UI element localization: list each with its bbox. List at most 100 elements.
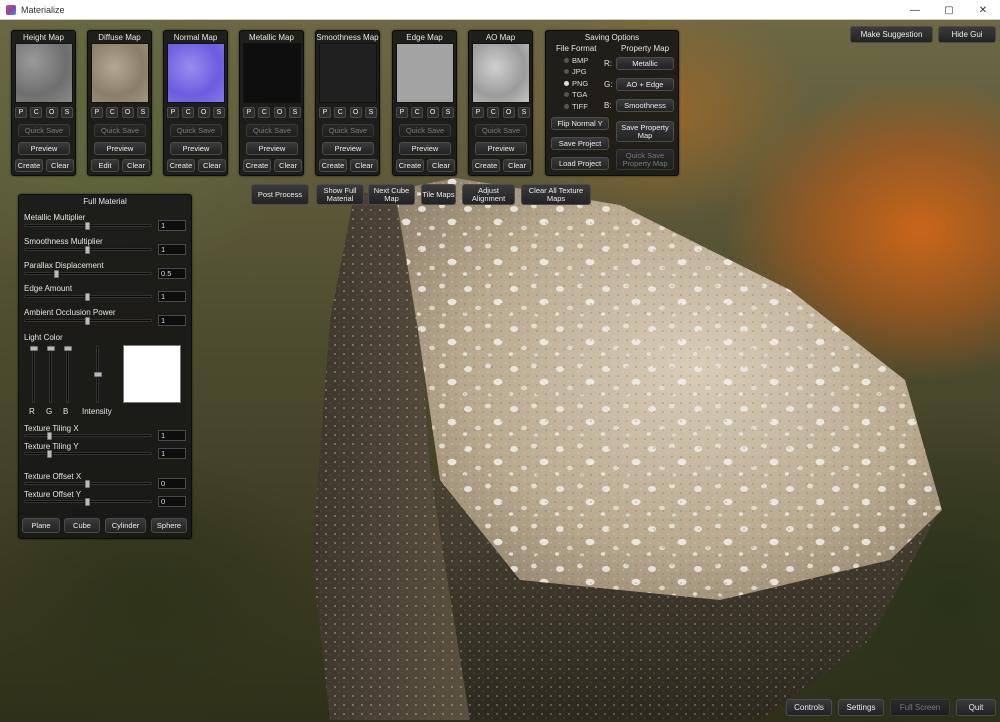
settings-button[interactable]: Settings: [838, 699, 884, 716]
make-suggestion-button[interactable]: Make Suggestion: [850, 26, 933, 43]
diffuse-pcos-s-button[interactable]: S: [136, 107, 149, 118]
texture-tiling-x-slider[interactable]: [24, 432, 152, 440]
format-tiff-radio[interactable]: TIFF: [564, 102, 588, 111]
height-quick-save-button[interactable]: Quick Save: [18, 124, 70, 137]
smoothness-multiplier-slider[interactable]: [24, 246, 152, 254]
texture-offset-y-slider[interactable]: [24, 498, 152, 506]
edge-pcos-p-button[interactable]: P: [396, 107, 408, 118]
show-full-material-button[interactable]: Show Full Material: [316, 184, 364, 205]
shape-plane-button[interactable]: Plane: [22, 518, 60, 533]
normal-quick-save-button[interactable]: Quick Save: [170, 124, 222, 137]
close-button[interactable]: ✕: [966, 0, 1000, 20]
hide-gui-button[interactable]: Hide Gui: [938, 26, 996, 43]
metallic-preview-button[interactable]: Preview: [246, 142, 298, 155]
smoothness-preview-button[interactable]: Preview: [322, 142, 374, 155]
smoothness-quick-save-button[interactable]: Quick Save: [322, 124, 374, 137]
ao-pcos-s-button[interactable]: S: [517, 107, 530, 118]
light-intensity-slider[interactable]: [94, 345, 102, 403]
format-tga-radio[interactable]: TGA: [564, 90, 587, 99]
quick-save-property-map-button[interactable]: Quick Save Property Map: [616, 149, 674, 170]
edge-clear-button[interactable]: Clear: [427, 159, 455, 172]
diffuse-pcos-c-button[interactable]: C: [106, 107, 119, 118]
texture-tiling-y-value-field[interactable]: 1: [158, 448, 186, 459]
format-jpg-radio[interactable]: JPG: [564, 67, 587, 76]
edge-pcos-c-button[interactable]: C: [411, 107, 424, 118]
diffuse-pcos-o-button[interactable]: O: [121, 107, 134, 118]
post-process-button[interactable]: Post Process: [251, 184, 309, 205]
ao-map-thumbnail[interactable]: [472, 43, 530, 103]
ao-preview-button[interactable]: Preview: [475, 142, 527, 155]
light-g-slider[interactable]: [47, 345, 55, 403]
channel-r-select[interactable]: Metallic: [616, 57, 674, 70]
shape-cube-button[interactable]: Cube: [64, 518, 100, 533]
full-screen-button[interactable]: Full Screen: [890, 699, 950, 716]
edge-create-button[interactable]: Create: [396, 159, 424, 172]
parallax-displacement-value-field[interactable]: 0.5: [158, 268, 186, 279]
normal-create-button[interactable]: Create: [167, 159, 195, 172]
height-pcos-p-button[interactable]: P: [15, 107, 27, 118]
edge-amount-slider[interactable]: [24, 293, 152, 301]
next-cube-map-button[interactable]: Next Cube Map: [368, 184, 415, 205]
ao-pcos-o-button[interactable]: O: [502, 107, 515, 118]
ao-quick-save-button[interactable]: Quick Save: [475, 124, 527, 137]
diffuse-quick-save-button[interactable]: Quick Save: [94, 124, 146, 137]
smoothness-pcos-c-button[interactable]: C: [334, 107, 347, 118]
ambient-occlusion-power-value-field[interactable]: 1: [158, 315, 186, 326]
metallic-pcos-c-button[interactable]: C: [258, 107, 271, 118]
edge-pcos-s-button[interactable]: S: [441, 107, 454, 118]
normal-preview-button[interactable]: Preview: [170, 142, 222, 155]
shape-cylinder-button[interactable]: Cylinder: [105, 518, 146, 533]
metallic-map-thumbnail[interactable]: [243, 43, 301, 103]
edge-pcos-o-button[interactable]: O: [426, 107, 439, 118]
smoothness-pcos-o-button[interactable]: O: [349, 107, 362, 118]
edge-quick-save-button[interactable]: Quick Save: [399, 124, 451, 137]
edge-preview-button[interactable]: Preview: [399, 142, 451, 155]
normal-pcos-o-button[interactable]: O: [197, 107, 210, 118]
ao-pcos-c-button[interactable]: C: [487, 107, 500, 118]
smoothness-clear-button[interactable]: Clear: [350, 159, 378, 172]
flip-normal-y-button[interactable]: Flip Normal Y: [551, 117, 609, 130]
clear-all-texture-maps-button[interactable]: Clear All Texture Maps: [521, 184, 591, 205]
metallic-multiplier-slider[interactable]: [24, 222, 152, 230]
normal-pcos-s-button[interactable]: S: [212, 107, 225, 118]
light-r-slider[interactable]: [30, 345, 38, 403]
metallic-create-button[interactable]: Create: [243, 159, 271, 172]
light-color-swatch[interactable]: [123, 345, 181, 403]
channel-g-select[interactable]: AO + Edge: [616, 78, 674, 91]
controls-button[interactable]: Controls: [786, 699, 832, 716]
normal-pcos-p-button[interactable]: P: [167, 107, 179, 118]
minimize-button[interactable]: —: [898, 0, 932, 20]
metallic-clear-button[interactable]: Clear: [274, 159, 302, 172]
diffuse-preview-button[interactable]: Preview: [94, 142, 146, 155]
shape-sphere-button[interactable]: Sphere: [151, 518, 187, 533]
save-project-button[interactable]: Save Project: [551, 137, 609, 150]
smoothness-map-thumbnail[interactable]: [319, 43, 377, 103]
metallic-multiplier-value-field[interactable]: 1: [158, 220, 186, 231]
diffuse-clear-button[interactable]: Clear: [122, 159, 150, 172]
texture-offset-x-value-field[interactable]: 0: [158, 478, 186, 489]
ao-clear-button[interactable]: Clear: [503, 159, 531, 172]
smoothness-pcos-s-button[interactable]: S: [364, 107, 377, 118]
adjust-alignment-button[interactable]: Adjust Alignment: [462, 184, 515, 205]
texture-tiling-y-slider[interactable]: [24, 450, 152, 458]
ao-create-button[interactable]: Create: [472, 159, 500, 172]
normal-clear-button[interactable]: Clear: [198, 159, 226, 172]
smoothness-multiplier-value-field[interactable]: 1: [158, 244, 186, 255]
height-create-button[interactable]: Create: [15, 159, 43, 172]
parallax-displacement-slider[interactable]: [24, 270, 152, 278]
height-pcos-s-button[interactable]: S: [60, 107, 73, 118]
edge-amount-value-field[interactable]: 1: [158, 291, 186, 302]
height-clear-button[interactable]: Clear: [46, 159, 74, 172]
height-map-thumbnail[interactable]: [15, 43, 73, 103]
normal-pcos-c-button[interactable]: C: [182, 107, 195, 118]
maximize-button[interactable]: ▢: [932, 0, 966, 20]
edge-map-thumbnail[interactable]: [396, 43, 454, 103]
ambient-occlusion-power-slider[interactable]: [24, 317, 152, 325]
metallic-quick-save-button[interactable]: Quick Save: [246, 124, 298, 137]
metallic-pcos-s-button[interactable]: S: [288, 107, 301, 118]
diffuse-map-thumbnail[interactable]: [91, 43, 149, 103]
height-pcos-o-button[interactable]: O: [45, 107, 58, 118]
texture-offset-y-value-field[interactable]: 0: [158, 496, 186, 507]
smoothness-create-button[interactable]: Create: [319, 159, 347, 172]
metallic-pcos-o-button[interactable]: O: [273, 107, 286, 118]
